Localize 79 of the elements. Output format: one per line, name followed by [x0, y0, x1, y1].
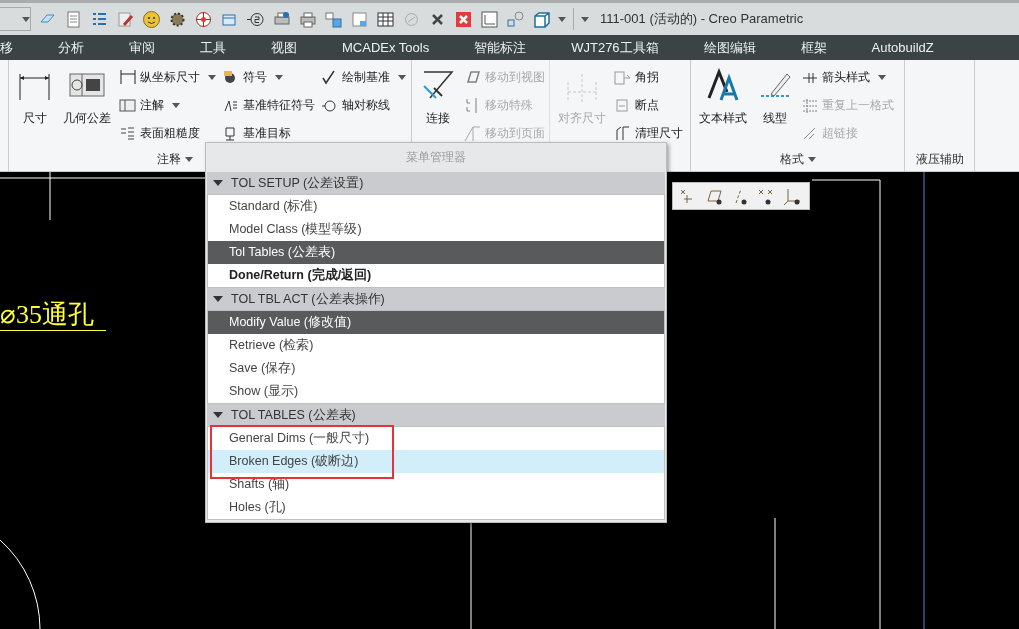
sheet-icon[interactable]: [350, 9, 369, 29]
menu-item[interactable]: Show (显示): [208, 380, 664, 403]
ribbon-button[interactable]: 纵坐标尺寸: [119, 67, 216, 87]
ribbon-button[interactable]: 注解: [119, 95, 216, 115]
menu-tab[interactable]: WJT276工具箱: [571, 38, 659, 57]
frame-icon: [119, 96, 136, 114]
arrow-icon: [464, 124, 481, 142]
ribbon-button[interactable]: 基准特征符号: [222, 95, 315, 115]
group-label[interactable]: 注释: [157, 147, 193, 171]
caret-icon: [398, 74, 406, 80]
caret-icon: [208, 74, 216, 80]
menu-tab[interactable]: 绘图编辑: [703, 38, 756, 57]
menu-tab[interactable]: 分析: [58, 38, 84, 57]
printer-icon[interactable]: [298, 9, 317, 29]
hole-annotation: ⌀35通孔: [0, 300, 106, 331]
menu-tab[interactable]: 框架: [800, 38, 827, 57]
menu-tab[interactable]: 移: [0, 38, 13, 57]
ribbon-button[interactable]: 基准目标: [222, 123, 315, 143]
menu-item[interactable]: Tol Tables (公差表): [208, 241, 664, 264]
group-label[interactable]: 液压辅助: [915, 147, 964, 171]
caret-icon[interactable]: [581, 16, 589, 22]
frame-icon[interactable]: [480, 9, 499, 29]
ribbon-button[interactable]: 角拐: [614, 67, 683, 87]
menu-item[interactable]: Retrieve (检索): [208, 334, 664, 357]
caret-icon: [172, 102, 180, 108]
box-arrow-icon: [614, 68, 631, 86]
check-mark-icon: [321, 68, 338, 86]
ribbon-button[interactable]: 文本样式: [697, 66, 749, 129]
menu-tab[interactable]: 智能标注: [474, 38, 527, 57]
section-heading[interactable]: TOL TABLES (公差表): [207, 404, 665, 426]
ribbon-button[interactable]: 几何公差: [61, 66, 113, 129]
ribbon-button[interactable]: 表面粗糙度: [119, 123, 216, 143]
boxes-icon[interactable]: [324, 9, 343, 29]
menu-item[interactable]: Standard (标准): [208, 195, 664, 218]
menu-tab[interactable]: MCADEx Tools: [342, 40, 430, 55]
menu-item[interactable]: Done/Return (完成/返回): [208, 264, 664, 287]
menu-tab[interactable]: 工具: [200, 38, 226, 57]
ribbon-button[interactable]: 箭头样式: [801, 67, 894, 87]
caret-icon: [275, 74, 283, 80]
menu-item[interactable]: Holes (孔): [208, 496, 664, 519]
menu-item[interactable]: Broken Edges (破断边): [208, 450, 664, 473]
ribbon-button[interactable]: 清理尺寸: [614, 123, 683, 143]
ribbon-button[interactable]: 连接: [418, 66, 458, 129]
caret-icon: [878, 74, 886, 80]
caret-icon[interactable]: [558, 16, 566, 22]
ribbon-button[interactable]: 绘制基准: [321, 67, 406, 87]
section-heading[interactable]: TOL TBL ACT (公差表操作): [207, 288, 665, 310]
close-icon[interactable]: [454, 9, 473, 29]
ribbon-button[interactable]: 断点: [614, 95, 683, 115]
dimension-line-icon: [119, 68, 136, 86]
table-icon[interactable]: [376, 9, 395, 29]
ribbon-button[interactable]: 符号: [222, 67, 315, 87]
lines-icon: [119, 124, 136, 142]
target-icon[interactable]: [194, 9, 213, 29]
dashed-lines-icon: [801, 96, 818, 114]
selection-filter[interactable]: [0, 7, 31, 31]
menu-item[interactable]: Modify Value (修改值): [208, 311, 664, 334]
menu-item[interactable]: Shafts (轴): [208, 473, 664, 496]
menu-tab[interactable]: AutobuildZ: [871, 40, 934, 55]
corner-icon: [614, 124, 631, 142]
menu-item[interactable]: Save (保存): [208, 357, 664, 380]
menu-tab[interactable]: 视图: [271, 38, 297, 57]
section-heading[interactable]: TOL SETUP (公差设置): [207, 172, 665, 194]
link-icon[interactable]: [506, 9, 525, 29]
csys-display-icon[interactable]: [782, 186, 801, 206]
menu-tab[interactable]: 审阅: [129, 38, 155, 57]
group-label[interactable]: 格式: [779, 147, 816, 171]
smiley-icon[interactable]: [142, 9, 161, 29]
menu-title: 菜单管理器: [405, 149, 467, 166]
ribbon-button[interactable]: 尺寸: [15, 66, 55, 129]
page-icon: [614, 96, 631, 114]
menu-item[interactable]: General Dims (一般尺寸): [208, 427, 664, 450]
cube-icon[interactable]: [532, 9, 551, 29]
pencil-icon[interactable]: [116, 9, 135, 29]
window-title: 111-001 (活动的) - Creo Parametric: [600, 10, 804, 28]
parallelogram-icon: [464, 68, 481, 86]
ribbon-button[interactable]: 线型: [755, 66, 795, 129]
ribbon-button[interactable]: 轴对称线: [321, 95, 406, 115]
menu-item[interactable]: Model Class (模型等级): [208, 218, 664, 241]
